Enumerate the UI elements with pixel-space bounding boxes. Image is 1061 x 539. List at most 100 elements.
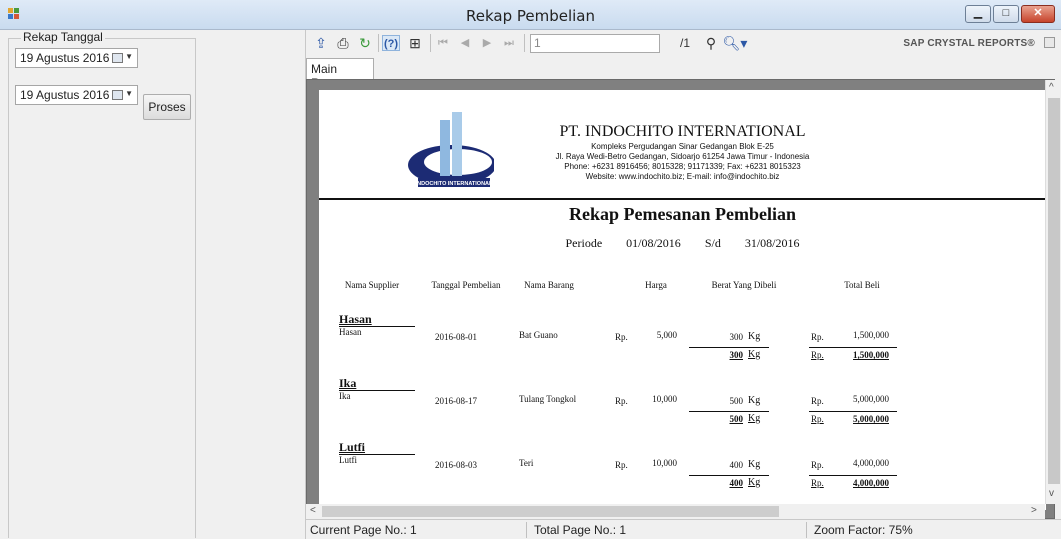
- subtotal-rule: [809, 475, 897, 476]
- row-total-currency: Rp.: [811, 332, 824, 342]
- row-unit: Kg: [748, 331, 761, 342]
- report-title: Rekap Pemesanan Pembelian: [569, 204, 796, 224]
- periode-from: 01/08/2016: [626, 236, 681, 250]
- column-header: Nama Supplier: [344, 280, 400, 290]
- toolbar-separator: [430, 34, 431, 52]
- date-from-picker[interactable]: 19 Agustus 2016 ▼: [15, 48, 138, 68]
- tab-main-report[interactable]: Main Report: [306, 58, 374, 90]
- toolbar-separator: [524, 34, 525, 52]
- zoom-status: Zoom Factor: 75%: [814, 523, 913, 537]
- row-harga-currency: Rp.: [615, 460, 628, 470]
- row-total: 4,000,000: [853, 458, 889, 468]
- address-line: Phone: +6231 8916456; 8015328; 91171339;…: [564, 162, 801, 171]
- header-divider: [319, 198, 1046, 200]
- print-icon[interactable]: ⎙: [334, 35, 352, 51]
- vertical-scrollbar[interactable]: ^ v: [1045, 80, 1061, 504]
- row-berat: 500: [729, 396, 744, 406]
- page-number-input[interactable]: 1: [530, 34, 660, 53]
- minimize-button[interactable]: ▁: [965, 5, 991, 23]
- calendar-icon[interactable]: [112, 90, 123, 100]
- supplier-group-header: Lutfi: [339, 440, 366, 454]
- subtotal-rule: [689, 411, 769, 412]
- periode-line: Periode 01/08/2016 S/d 31/08/2016: [319, 236, 1046, 251]
- left-panel: Rekap Tanggal 19 Agustus 2016 ▼ Proses 1…: [0, 30, 306, 539]
- status-separator: [806, 522, 807, 538]
- scroll-thumb[interactable]: [1048, 98, 1060, 484]
- last-page-icon[interactable]: ⏭: [500, 35, 518, 51]
- subtotal-unit: Kg: [748, 349, 761, 360]
- supplier-group-header: Ika: [339, 376, 357, 390]
- periode-to: 31/08/2016: [744, 236, 800, 250]
- calendar-icon[interactable]: [112, 53, 123, 63]
- scroll-up-icon[interactable]: ^: [1049, 82, 1054, 93]
- row-supplier: Hasan: [339, 327, 362, 337]
- date-to-picker[interactable]: 19 Agustus 2016 ▼: [15, 85, 138, 105]
- first-page-icon[interactable]: ⏮: [434, 35, 452, 51]
- subtotal-currency: Rp.: [811, 478, 824, 488]
- close-icon[interactable]: [1044, 37, 1055, 48]
- row-harga: 5,000: [656, 330, 677, 340]
- proses-button[interactable]: Proses: [143, 94, 191, 120]
- subtotal-total: 4,000,000: [853, 478, 889, 488]
- row-supplier: Lutfi: [339, 455, 357, 465]
- subtotal-berat: 400: [729, 478, 744, 488]
- sap-crystal-reports-logo: SAP CRYSTAL REPORTS®: [903, 38, 1035, 49]
- zoom-icon[interactable]: 🔍︎▾: [722, 35, 748, 51]
- help-icon[interactable]: (?): [382, 35, 400, 51]
- total-page-status: Total Page No.: 1: [534, 523, 627, 537]
- row-harga: 10,000: [652, 458, 677, 468]
- horizontal-scrollbar[interactable]: < >: [306, 504, 1045, 519]
- group-tree-icon[interactable]: ⊞: [406, 35, 424, 51]
- row-unit: Kg: [748, 395, 761, 406]
- subtotal-total: 1,500,000: [853, 350, 889, 360]
- date-to-value: 19 Agustus 2016: [20, 88, 110, 102]
- date-from-value: 19 Agustus 2016: [20, 51, 110, 65]
- viewer-toolbar: ⇪ ⎙ ↻ (?) ⊞ ⏮ ◀ ▶ ⏭ 1 /1 ⚲ 🔍︎▾ SAP CRYST…: [306, 30, 1061, 57]
- address-line: Website: www.indochito.biz; E-mail: info…: [585, 172, 780, 181]
- close-button[interactable]: ✕: [1021, 5, 1055, 23]
- status-bar: Current Page No.: 1 Total Page No.: 1 Zo…: [306, 519, 1061, 539]
- scroll-thumb[interactable]: [322, 506, 779, 517]
- row-barang: Tulang Tongkol: [519, 394, 577, 404]
- row-barang: Teri: [519, 458, 534, 468]
- total-pages-label: /1: [680, 36, 691, 50]
- subtotal-total: 5,000,000: [853, 414, 889, 424]
- periode-separator: S/d: [704, 236, 721, 250]
- row-unit: Kg: [748, 459, 761, 470]
- row-tanggal: 2016-08-17: [435, 396, 477, 406]
- subtotal-currency: Rp.: [811, 350, 824, 360]
- subtotal-rule: [689, 475, 769, 476]
- row-tanggal: 2016-08-03: [435, 460, 477, 470]
- scroll-right-icon[interactable]: >: [1031, 505, 1037, 516]
- current-page-status: Current Page No.: 1: [310, 523, 417, 537]
- subtotal-unit: Kg: [748, 477, 761, 488]
- subtotal-rule: [809, 347, 897, 348]
- chevron-down-icon[interactable]: ▼: [125, 52, 133, 61]
- column-header: Berat Yang Dibeli: [711, 280, 777, 290]
- scroll-down-icon[interactable]: v: [1049, 488, 1054, 499]
- subtotal-currency: Rp.: [811, 414, 824, 424]
- row-barang: Bat Guano: [519, 330, 558, 340]
- column-header: Tanggal Pembelian: [431, 280, 501, 290]
- subtotal-rule: [809, 411, 897, 412]
- row-berat: 400: [729, 460, 744, 470]
- periode-label: Periode: [565, 236, 603, 250]
- refresh-icon[interactable]: ↻: [356, 35, 374, 51]
- previous-page-icon[interactable]: ◀: [456, 35, 474, 51]
- row-total-currency: Rp.: [811, 460, 824, 470]
- row-harga-currency: Rp.: [615, 396, 628, 406]
- chevron-down-icon[interactable]: ▼: [125, 89, 133, 98]
- export-icon[interactable]: ⇪: [312, 35, 330, 51]
- find-icon[interactable]: ⚲: [702, 35, 720, 51]
- next-page-icon[interactable]: ▶: [478, 35, 496, 51]
- report-viewer: ⇪ ⎙ ↻ (?) ⊞ ⏮ ◀ ▶ ⏭ 1 /1 ⚲ 🔍︎▾ SAP CRYST…: [306, 30, 1061, 539]
- report-canvas: INDOCHITO INTERNATIONAL PT. INDOCHITO IN…: [306, 79, 1055, 519]
- subtotal-berat: 300: [729, 350, 744, 360]
- report-page: INDOCHITO INTERNATIONAL PT. INDOCHITO IN…: [319, 90, 1046, 510]
- address-line: Kompleks Pergudangan Sinar Gedangan Blok…: [591, 142, 774, 151]
- row-total: 5,000,000: [853, 394, 889, 404]
- maximize-button[interactable]: □: [993, 5, 1019, 23]
- scroll-left-icon[interactable]: <: [310, 505, 316, 516]
- logo-caption: INDOCHITO INTERNATIONAL: [416, 181, 493, 187]
- row-berat: 300: [729, 332, 744, 342]
